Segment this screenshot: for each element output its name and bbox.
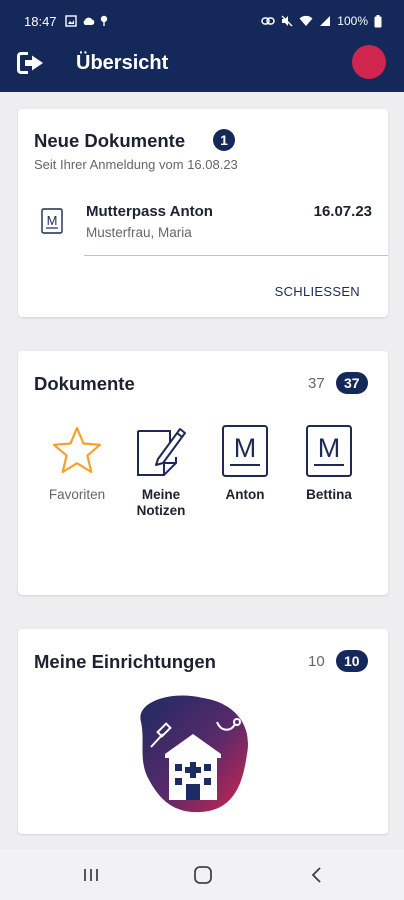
link-icon [261,17,276,25]
pin-icon [100,15,107,26]
close-button[interactable]: SCHLIESSEN [275,284,360,299]
recents-button[interactable] [80,864,102,886]
notes-icon [119,423,203,479]
recents-icon [84,869,98,881]
divider [84,255,388,256]
logout-button[interactable] [16,50,46,76]
home-button[interactable] [191,864,215,886]
mutterpass-icon: M [41,208,63,239]
wifi-icon [299,15,313,26]
status-bar: 18:47 100% [0,0,404,42]
back-button[interactable] [306,864,328,886]
top-bar: 18:47 100% Übersicht [0,0,404,92]
documents-count: 37 [308,375,325,392]
category-label: Favoriten [48,487,106,502]
mute-icon [281,15,293,27]
category-bettina[interactable]: M Bettina [287,423,371,503]
new-documents-badge: 1 [213,129,235,151]
battery-percent: 100% [337,14,368,28]
svg-text:M: M [47,213,58,228]
new-documents-card: Neue Dokumente 1 Seit Ihrer Anmeldung vo… [18,109,388,317]
cloud-icon [83,17,94,25]
category-label: Bettina [306,487,352,502]
documents-title: Dokumente [34,373,135,394]
institutions-card[interactable]: Meine Einrichtungen 10 10 [18,629,388,834]
signal-icon [320,16,331,26]
document-date: 16.07.23 [313,203,372,220]
logout-icon [17,52,43,74]
svg-text:M: M [234,433,257,463]
back-icon [311,867,321,883]
category-label: Anton [225,487,265,502]
category-meine-notizen[interactable]: Meine Notizen [119,423,203,519]
documents-card: Dokumente 37 37 Favoriten Meine Notizen M [18,351,388,595]
home-icon [194,866,212,884]
status-system-icons: 100% [261,14,382,28]
page-title: Übersicht [76,52,169,74]
category-favoriten[interactable]: Favoriten [35,423,119,503]
star-icon [35,423,119,479]
navigation-bar [0,850,404,900]
category-label: Meine Notizen [136,487,186,518]
mutterpass-icon: M [287,423,371,479]
institutions-badge: 10 [336,650,368,672]
mutterpass-icon: M [203,423,287,479]
category-anton[interactable]: M Anton [203,423,287,503]
battery-icon [374,14,382,27]
avatar[interactable] [352,45,386,79]
institutions-count: 10 [308,653,325,670]
status-time: 18:47 [24,13,57,29]
hospital-icon [131,692,255,821]
new-documents-subtitle: Seit Ihrer Anmeldung vom 16.08.23 [34,157,238,172]
document-name: Mutterpass Anton [86,203,213,220]
institutions-title: Meine Einrichtungen [34,651,216,672]
document-author: Musterfrau, Maria [86,225,192,240]
status-notification-icons [64,15,108,27]
documents-badge: 37 [336,372,368,394]
new-documents-title: Neue Dokumente [34,130,186,151]
svg-text:M: M [318,433,341,463]
app-bar: Übersicht [0,42,404,92]
gallery-icon [64,15,77,27]
